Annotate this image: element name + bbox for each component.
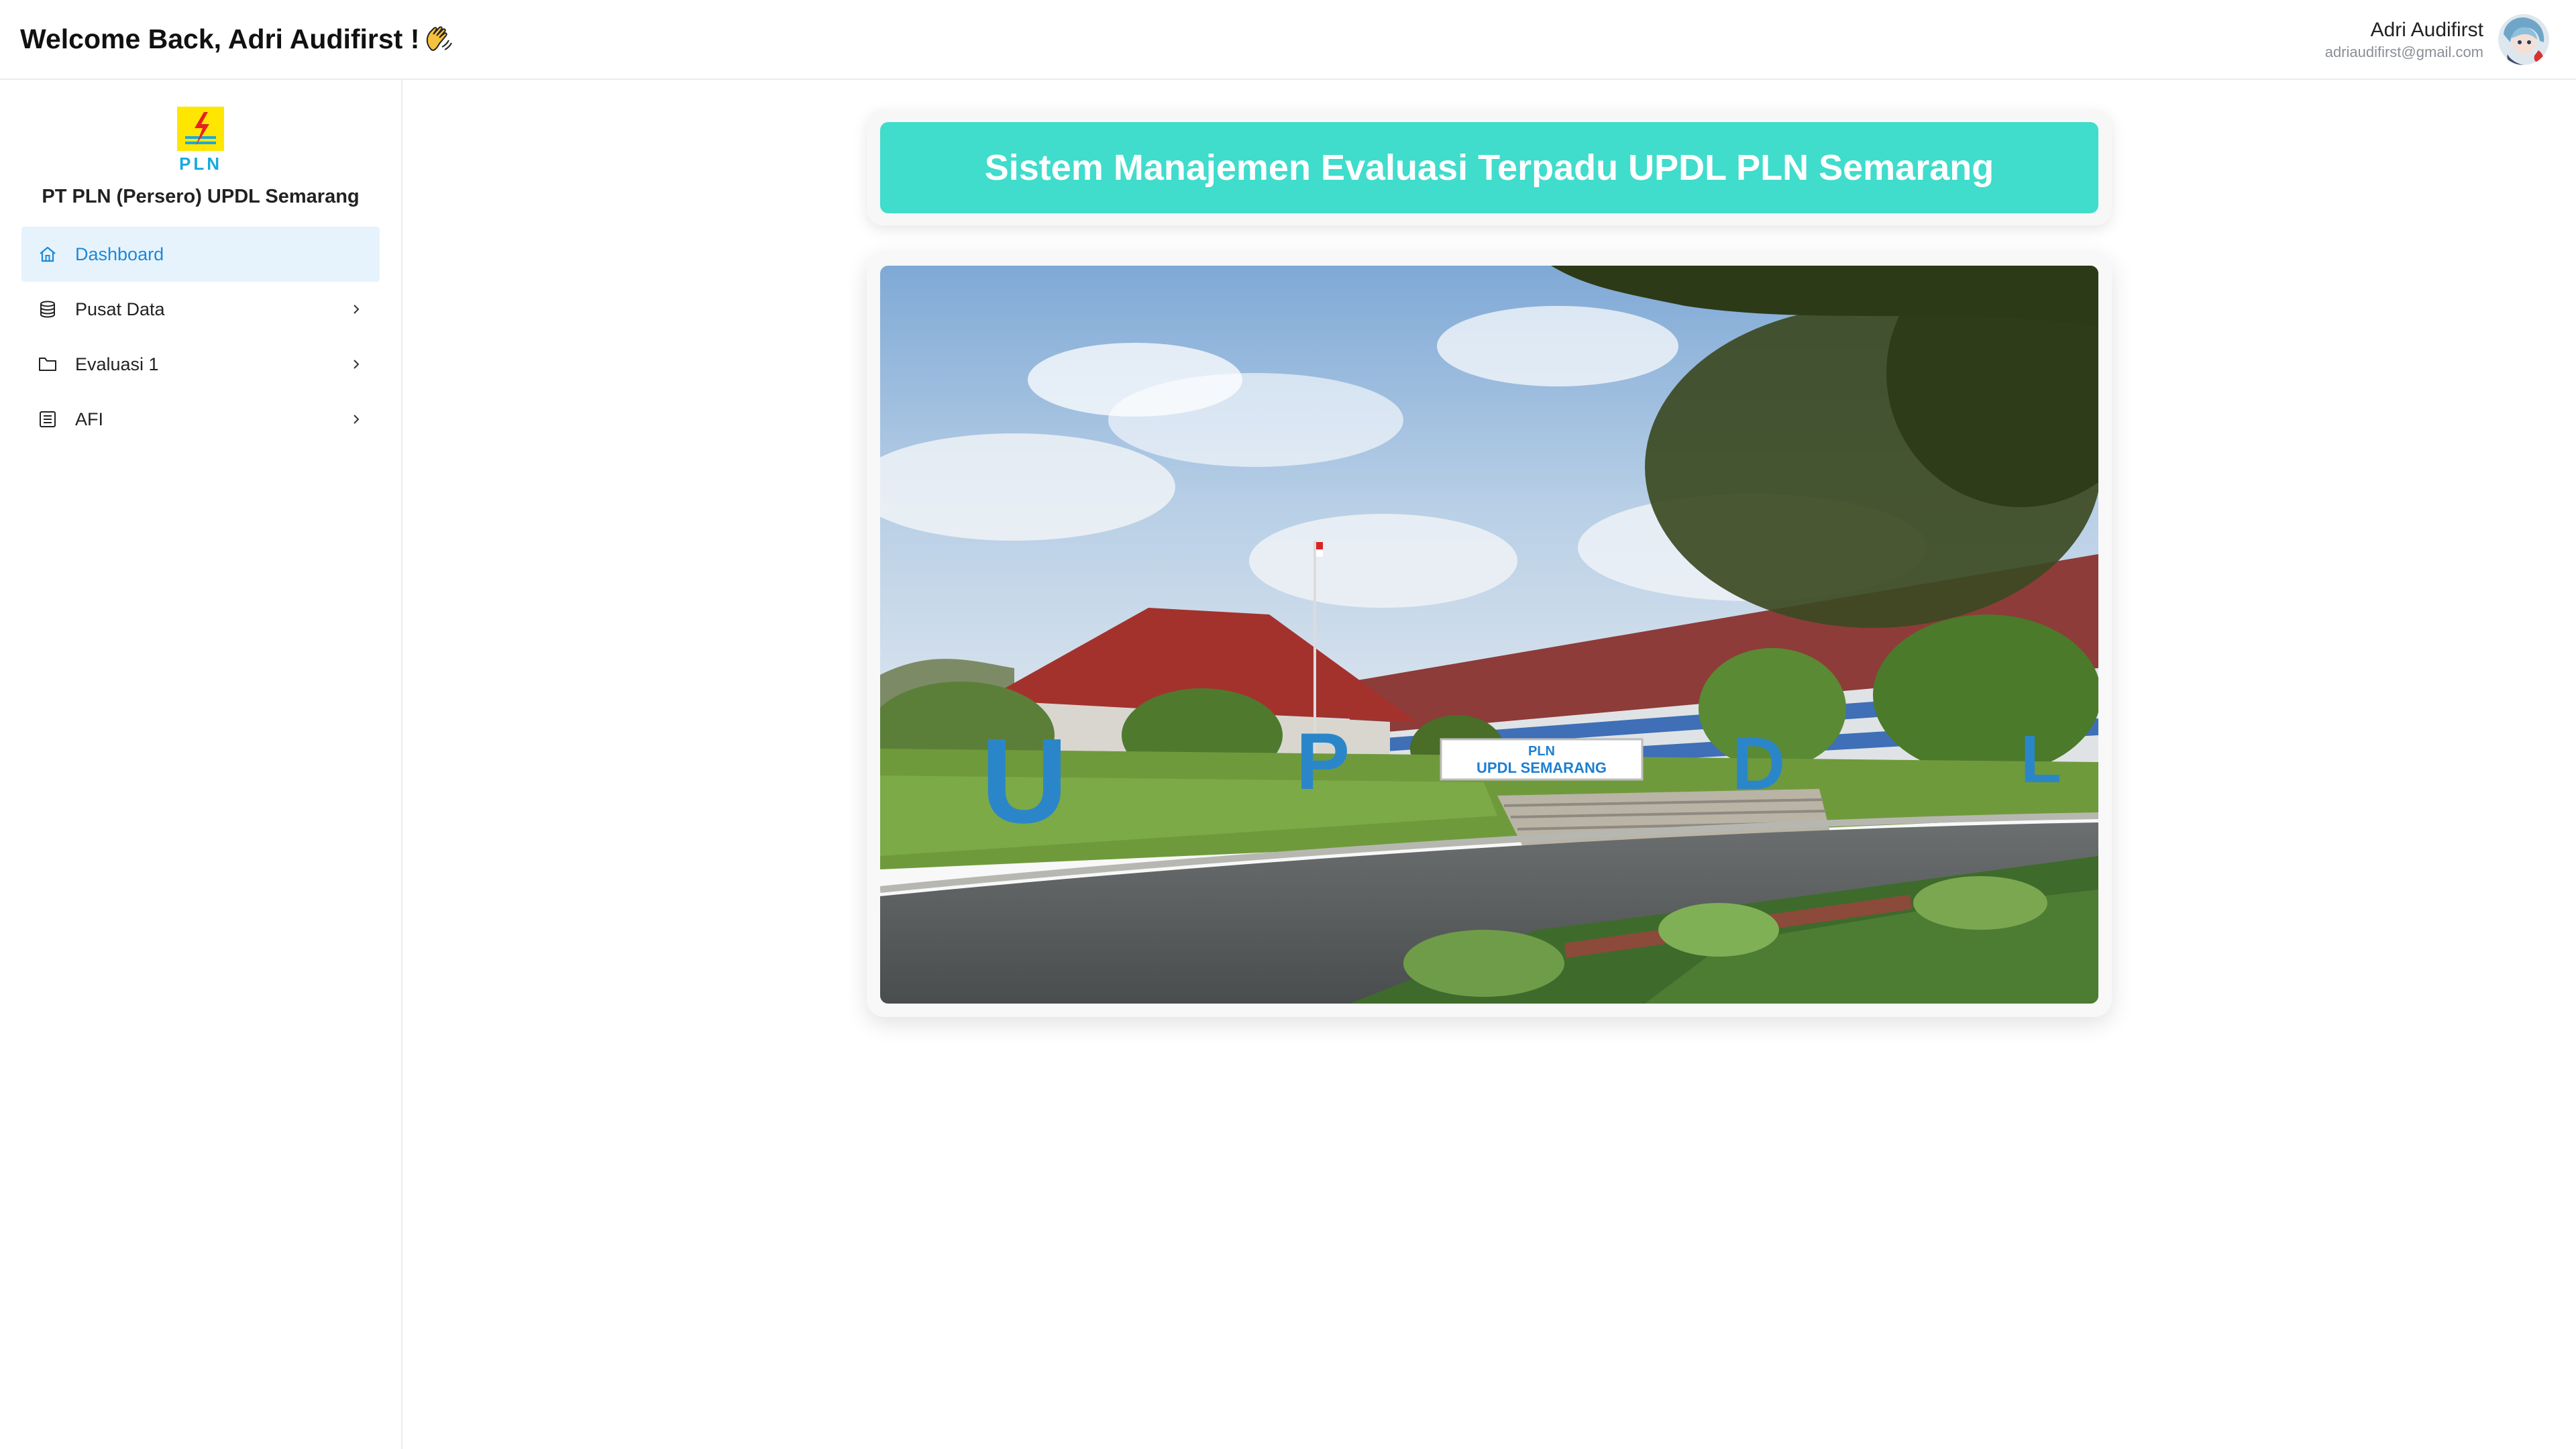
pln-logo: PLN <box>177 107 224 172</box>
top-bar: Welcome Back, Adri Audifirst ! Adri Audi… <box>0 0 2576 80</box>
chevron-right-icon <box>354 305 360 314</box>
app-root: Welcome Back, Adri Audifirst ! Adri Audi… <box>0 0 2576 1449</box>
user-info: Adri Audifirst adriaudifirst@gmail.com <box>2325 17 2483 62</box>
svg-text:P: P <box>1296 716 1350 806</box>
user-profile[interactable]: Adri Audifirst adriaudifirst@gmail.com <box>2325 13 2549 65</box>
svg-text:PLN: PLN <box>1528 744 1555 759</box>
welcome-text: Welcome Back, Adri Audifirst ! <box>20 23 420 54</box>
company-name: PT PLN (Persero) UPDL Semarang <box>42 186 360 207</box>
sidebar-item-label: Evaluasi 1 <box>75 354 159 374</box>
svg-text:U: U <box>981 714 1068 849</box>
sidebar: PLN PT PLN (Persero) UPDL Semarang Dashb… <box>0 80 402 1449</box>
sidebar-menu: Dashboard Pusat Data Evaluasi 1 AFI <box>21 227 380 447</box>
list-icon <box>40 411 56 427</box>
sidebar-item-dashboard[interactable]: Dashboard <box>21 227 380 282</box>
campus-photo: PLN UPDL SEMARANG U P D L <box>880 266 2098 1004</box>
title-card: Sistem Manajemen Evaluasi Terpadu UPDL P… <box>867 110 2112 225</box>
sidebar-item-afi[interactable]: AFI <box>21 392 380 447</box>
folder-icon <box>39 358 56 371</box>
sidebar-item-label: Pusat Data <box>75 299 165 319</box>
svg-text:UPDL SEMARANG: UPDL SEMARANG <box>1477 759 1607 776</box>
clapping-hands-icon <box>427 25 453 51</box>
welcome-heading: Welcome Back, Adri Audifirst ! <box>20 23 455 56</box>
photo-card: PLN UPDL SEMARANG U P D L <box>867 252 2112 1017</box>
sidebar-item-evaluasi-1[interactable]: Evaluasi 1 <box>21 337 380 392</box>
logo-area: PLN <box>0 80 401 172</box>
user-email: adriaudifirst@gmail.com <box>2324 43 2483 60</box>
svg-text:PLN: PLN <box>179 154 222 172</box>
chevron-right-icon <box>354 415 360 424</box>
home-icon <box>40 246 56 262</box>
user-name: Adri Audifirst <box>2370 18 2483 41</box>
sidebar-item-pusat-data[interactable]: Pusat Data <box>21 282 380 337</box>
sidebar-item-label: Dashboard <box>75 244 164 264</box>
database-icon <box>40 301 55 318</box>
page-title: Sistem Manajemen Evaluasi Terpadu UPDL P… <box>880 122 2098 213</box>
svg-text:D: D <box>1732 722 1785 805</box>
svg-text:L: L <box>2021 722 2061 797</box>
chevron-right-icon <box>354 360 360 369</box>
avatar[interactable] <box>2498 13 2549 65</box>
sidebar-item-label: AFI <box>75 409 104 429</box>
